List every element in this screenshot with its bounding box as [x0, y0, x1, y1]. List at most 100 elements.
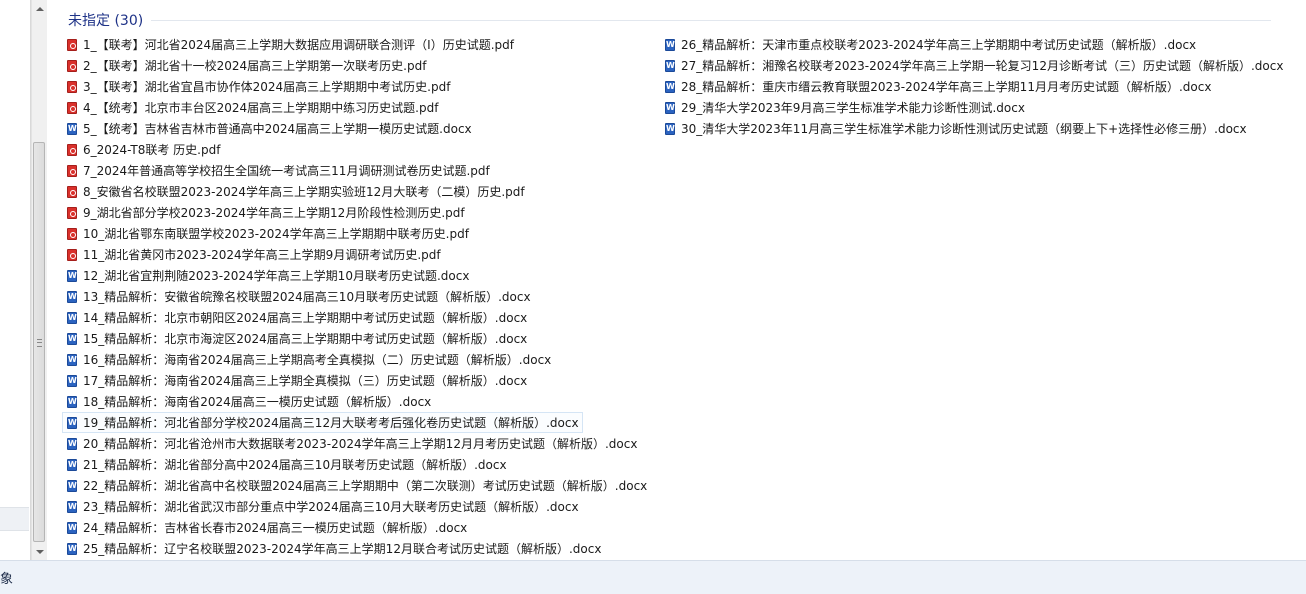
file-name: 3_【联考】湖北省宜昌市协作体2024届高三上学期期中考试历史.pdf [83, 80, 451, 94]
pdf-file-icon [67, 38, 77, 51]
file-name: 7_2024年普通高等学校招生全国统一考试高三11月调研测试卷历史试题.pdf [83, 164, 490, 178]
file-name: 22_精品解析：湖北省高中名校联盟2024届高三上学期期中（第二次联测）考试历史… [83, 479, 648, 493]
file-item[interactable]: 5_【统考】吉林省吉林市普通高中2024届高三上学期一模历史试题.docx [62, 118, 476, 139]
file-item[interactable]: 10_湖北省鄂东南联盟学校2023-2024学年高三上学期期中联考历史.pdf [62, 223, 473, 244]
file-item[interactable]: 2_【联考】湖北省十一校2024届高三上学期第一次联考历史.pdf [62, 55, 430, 76]
word-file-icon [67, 479, 77, 492]
file-list-view[interactable]: 未指定 (30) 1_【联考】河北省2024届高三上学期大数据应用调研联合测评（… [47, 0, 1306, 560]
file-name: 20_精品解析：河北省沧州市大数据联考2023-2024学年高三上学期12月月考… [83, 437, 638, 451]
file-name: 9_湖北省部分学校2023-2024学年高三上学期12月阶段性检测历史.pdf [83, 206, 465, 220]
file-item[interactable]: 22_精品解析：湖北省高中名校联盟2024届高三上学期期中（第二次联测）考试历史… [62, 475, 651, 496]
word-file-icon [67, 458, 77, 471]
file-name: 11_湖北省黄冈市2023-2024学年高三上学期9月调研考试历史.pdf [83, 248, 441, 262]
word-file-icon [67, 269, 77, 282]
file-name: 17_精品解析：海南省2024届高三上学期全真模拟（三）历史试题（解析版）.do… [83, 374, 528, 388]
file-name: 25_精品解析：辽宁名校联盟2023-2024学年高三上学期12月联合考试历史试… [83, 542, 602, 556]
word-file-icon [67, 122, 77, 135]
file-item[interactable]: 3_【联考】湖北省宜昌市协作体2024届高三上学期期中考试历史.pdf [62, 76, 454, 97]
word-file-icon [67, 500, 77, 513]
file-column-1: 1_【联考】河北省2024届高三上学期大数据应用调研联合测评（I）历史试题.pd… [62, 34, 651, 559]
file-item[interactable]: 23_精品解析：湖北省武汉市部分重点中学2024届高三10月大联考历史试题（解析… [62, 496, 583, 517]
word-file-icon [67, 290, 77, 303]
word-file-icon [67, 437, 77, 450]
file-item[interactable]: 26_精品解析：天津市重点校联考2023-2024学年高三上学期期中考试历史试题… [660, 34, 1200, 55]
file-item[interactable]: 7_2024年普通高等学校招生全国统一考试高三11月调研测试卷历史试题.pdf [62, 160, 494, 181]
word-file-icon [665, 122, 675, 135]
word-file-icon [67, 416, 77, 429]
file-name: 21_精品解析：湖北省部分高中2024届高三10月联考历史试题（解析版）.doc… [83, 458, 507, 472]
file-name: 26_精品解析：天津市重点校联考2023-2024学年高三上学期期中考试历史试题… [681, 38, 1197, 52]
file-name: 14_精品解析：北京市朝阳区2024届高三上学期期中考试历史试题（解析版）.do… [83, 311, 528, 325]
word-file-icon [67, 395, 77, 408]
scrollbar-thumb[interactable] [33, 142, 45, 542]
file-name: 10_湖北省鄂东南联盟学校2023-2024学年高三上学期期中联考历史.pdf [83, 227, 469, 241]
file-item[interactable]: 27_精品解析：湘豫名校联考2023-2024学年高三上学期一轮复习12月诊断考… [660, 55, 1287, 76]
file-item[interactable]: 13_精品解析：安徽省皖豫名校联盟2024届高三10月联考历史试题（解析版）.d… [62, 286, 535, 307]
file-name: 2_【联考】湖北省十一校2024届高三上学期第一次联考历史.pdf [83, 59, 427, 73]
status-text: 象 [0, 572, 14, 587]
file-name: 19_精品解析：河北省部分学校2024届高三12月大联考考后强化卷历史试题（解析… [83, 416, 579, 430]
pdf-file-icon [67, 143, 77, 156]
navigation-pane-selected-item[interactable] [0, 507, 29, 531]
file-name: 12_湖北省宜荆荆随2023-2024学年高三上学期10月联考历史试题.docx [83, 269, 470, 283]
file-name: 4_【统考】北京市丰台区2024届高三上学期期中练习历史试题.pdf [83, 101, 439, 115]
pdf-file-icon [67, 80, 77, 93]
arrow-up-icon [35, 6, 44, 11]
pdf-file-icon [67, 227, 77, 240]
word-file-icon [67, 542, 77, 555]
file-column-2: 26_精品解析：天津市重点校联考2023-2024学年高三上学期期中考试历史试题… [660, 34, 1287, 139]
file-item[interactable]: 9_湖北省部分学校2023-2024学年高三上学期12月阶段性检测历史.pdf [62, 202, 469, 223]
word-file-icon [665, 80, 675, 93]
status-bar: 象 [0, 560, 1306, 594]
file-item[interactable]: 18_精品解析：海南省2024届高三一模历史试题（解析版）.docx [62, 391, 435, 412]
file-name: 15_精品解析：北京市海淀区2024届高三上学期期中考试历史试题（解析版）.do… [83, 332, 528, 346]
file-item[interactable]: 21_精品解析：湖北省部分高中2024届高三10月联考历史试题（解析版）.doc… [62, 454, 511, 475]
file-item[interactable]: 8_安徽省名校联盟2023-2024学年高三上学期实验班12月大联考（二模）历史… [62, 181, 529, 202]
file-name: 5_【统考】吉林省吉林市普通高中2024届高三上学期一模历史试题.docx [83, 122, 472, 136]
file-item[interactable]: 14_精品解析：北京市朝阳区2024届高三上学期期中考试历史试题（解析版）.do… [62, 307, 531, 328]
file-item[interactable]: 12_湖北省宜荆荆随2023-2024学年高三上学期10月联考历史试题.docx [62, 265, 473, 286]
file-name: 23_精品解析：湖北省武汉市部分重点中学2024届高三10月大联考历史试题（解析… [83, 500, 579, 514]
word-file-icon [67, 311, 77, 324]
file-name: 13_精品解析：安徽省皖豫名校联盟2024届高三10月联考历史试题（解析版）.d… [83, 290, 531, 304]
pdf-file-icon [67, 101, 77, 114]
file-item[interactable]: 17_精品解析：海南省2024届高三上学期全真模拟（三）历史试题（解析版）.do… [62, 370, 531, 391]
file-item[interactable]: 25_精品解析：辽宁名校联盟2023-2024学年高三上学期12月联合考试历史试… [62, 538, 605, 559]
word-file-icon [67, 521, 77, 534]
file-item[interactable]: 15_精品解析：北京市海淀区2024届高三上学期期中考试历史试题（解析版）.do… [62, 328, 531, 349]
pdf-file-icon [67, 185, 77, 198]
group-header[interactable]: 未指定 (30) [68, 10, 143, 30]
file-name: 24_精品解析：吉林省长春市2024届高三一模历史试题（解析版）.docx [83, 521, 468, 535]
vertical-scrollbar[interactable] [31, 0, 48, 560]
file-item[interactable]: 4_【统考】北京市丰台区2024届高三上学期期中练习历史试题.pdf [62, 97, 442, 118]
file-item[interactable]: 6_2024-T8联考 历史.pdf [62, 139, 224, 160]
grip-icon [37, 339, 42, 347]
word-file-icon [67, 353, 77, 366]
word-file-icon [67, 332, 77, 345]
file-item[interactable]: 20_精品解析：河北省沧州市大数据联考2023-2024学年高三上学期12月月考… [62, 433, 641, 454]
pdf-file-icon [67, 164, 77, 177]
word-file-icon [665, 101, 675, 114]
pdf-file-icon [67, 59, 77, 72]
file-item[interactable]: 30_清华大学2023年11月高三学生标准学术能力诊断性测试历史试题（纲要上下+… [660, 118, 1251, 139]
file-item[interactable]: 28_精品解析：重庆市缙云教育联盟2023-2024学年高三上学期11月月考历史… [660, 76, 1215, 97]
file-name: 29_清华大学2023年9月高三学生标准学术能力诊断性测试.docx [681, 101, 1025, 115]
file-name: 1_【联考】河北省2024届高三上学期大数据应用调研联合测评（I）历史试题.pd… [83, 38, 514, 52]
file-name: 6_2024-T8联考 历史.pdf [83, 143, 221, 157]
file-name: 28_精品解析：重庆市缙云教育联盟2023-2024学年高三上学期11月月考历史… [681, 80, 1212, 94]
file-item[interactable]: 1_【联考】河北省2024届高三上学期大数据应用调研联合测评（I）历史试题.pd… [62, 34, 518, 55]
file-item[interactable]: 29_清华大学2023年9月高三学生标准学术能力诊断性测试.docx [660, 97, 1029, 118]
file-name: 30_清华大学2023年11月高三学生标准学术能力诊断性测试历史试题（纲要上下+… [681, 122, 1247, 136]
file-name: 18_精品解析：海南省2024届高三一模历史试题（解析版）.docx [83, 395, 432, 409]
group-title: 未指定 (30) [68, 13, 144, 29]
file-item[interactable]: 19_精品解析：河北省部分学校2024届高三12月大联考考后强化卷历史试题（解析… [62, 412, 583, 433]
navigation-pane[interactable] [0, 0, 31, 560]
file-item[interactable]: 11_湖北省黄冈市2023-2024学年高三上学期9月调研考试历史.pdf [62, 244, 445, 265]
file-item[interactable]: 16_精品解析：海南省2024届高三上学期高考全真模拟（二）历史试题（解析版）.… [62, 349, 555, 370]
file-name: 16_精品解析：海南省2024届高三上学期高考全真模拟（二）历史试题（解析版）.… [83, 353, 552, 367]
arrow-down-icon [35, 549, 44, 554]
scroll-up-button[interactable] [32, 0, 47, 17]
file-item[interactable]: 24_精品解析：吉林省长春市2024届高三一模历史试题（解析版）.docx [62, 517, 471, 538]
scroll-down-button[interactable] [32, 543, 47, 560]
word-file-icon [67, 374, 77, 387]
